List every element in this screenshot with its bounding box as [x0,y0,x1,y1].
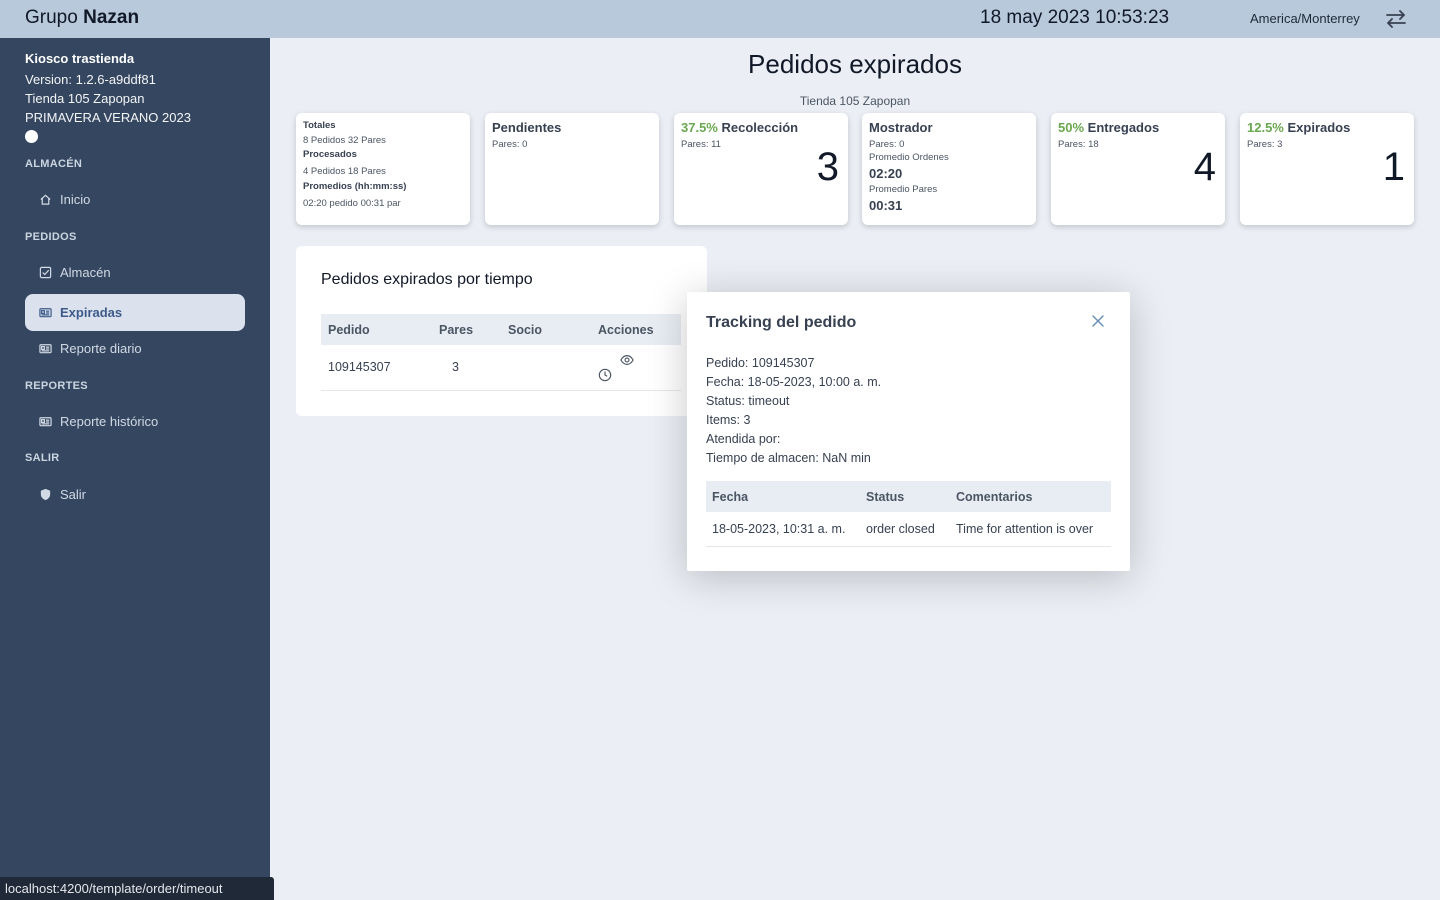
promedio-ordenes-label: Promedio Ordenes [869,152,949,163]
recoleccion-count: 3 [816,145,839,189]
sidebar-item-label: Reporte diario [60,341,142,356]
detail-tiempo: Tiempo de almacen: NaN min [706,451,871,465]
expirados-count: 1 [1382,145,1405,189]
card-pendientes: Pendientes Pares: 0 [485,113,659,225]
close-icon[interactable] [1091,314,1105,328]
detail-items: Items: 3 [706,413,751,427]
sidebar-item-label: Inicio [60,192,91,207]
expirados-percent: 12.5% [1247,120,1284,135]
card-expirados: 12.5% Expirados Pares: 3 1 [1240,113,1414,225]
card-mostrador: Mostrador Pares: 0 Promedio Ordenes 02:2… [862,113,1036,225]
table-row: 109145307 3 [321,345,681,391]
expired-orders-panel: Pedidos expirados por tiempo Pedido Pare… [296,246,707,416]
sidebar-item-reporte-historico[interactable]: Reporte histórico [25,403,245,440]
timezone-label: America/Monterrey [1250,11,1360,26]
shield-icon [39,488,52,501]
id-card-icon [39,342,52,355]
clock-icon[interactable] [598,368,612,382]
expired-orders-table: Pedido Pares Socio Acciones 109145307 3 [321,314,681,391]
column-header-comentarios: Comentarios [950,481,1111,512]
sidebar: Kiosco trastienda Version: 1.2.6-a9ddf81… [0,38,270,900]
expirados-title: Expirados [1287,120,1351,135]
section-salir: SALIR [25,452,60,464]
season-label: PRIMAVERA VERANO 2023 [25,110,191,125]
eye-icon[interactable] [620,353,635,367]
datetime-display: 18 may 2023 10:53:23 [980,7,1170,28]
swap-arrows-icon[interactable] [1384,8,1408,30]
id-card-icon [39,306,52,319]
detail-pedido: Pedido: 109145307 [706,356,815,370]
panel-title: Pedidos expirados por tiempo [321,271,533,288]
store-label: Tienda 105 Zapopan [25,91,145,106]
home-icon [39,193,52,206]
promedios-line: 02:20 pedido 00:31 par [303,198,401,209]
mostrador-pares: Pares: 0 [869,139,905,150]
top-bar: Grupo Nazan 18 may 2023 10:53:23 America… [0,0,1440,38]
sidebar-item-label: Expiradas [60,305,123,320]
cell-acciones [591,345,681,391]
status-indicator [25,130,38,143]
brand-logo: Grupo Nazan [25,7,140,28]
section-pedidos: PEDIDOS [25,231,77,243]
browser-status-url: localhost:4200/template/order/timeout [0,877,274,900]
cell-pares: 3 [432,345,501,391]
entregados-percent: 50% [1058,120,1085,135]
card-entregados: 50% Entregados Pares: 18 4 [1051,113,1225,225]
page-title: Pedidos expirados [748,49,962,79]
checkbox-icon [39,266,52,279]
entregados-title: Entregados [1087,120,1160,135]
table-header-row: Fecha Status Comentarios [706,481,1111,512]
column-header-acciones: Acciones [591,314,681,345]
pendientes-title: Pendientes [492,120,562,135]
tracking-modal: Tracking del pedido Pedido: 109145307 Fe… [687,292,1130,571]
sidebar-item-salir[interactable]: Salir [25,476,245,513]
procesados-line: 4 Pedidos 18 Pares [303,166,386,177]
totales-line: 8 Pedidos 32 Pares [303,135,386,146]
pendientes-pares: Pares: 0 [492,139,528,150]
column-header-pedido[interactable]: Pedido [321,314,432,345]
sidebar-item-almacen[interactable]: Almacén [25,254,245,291]
promedio-pares-value: 00:31 [869,198,903,213]
procesados-label: Procesados [303,149,357,160]
sidebar-item-label: Reporte histórico [60,414,159,429]
sidebar-item-inicio[interactable]: Inicio [25,181,245,218]
sidebar-item-label: Salir [60,487,87,502]
cell-status: order closed [860,512,950,547]
entregados-count: 4 [1193,145,1216,189]
mostrador-title: Mostrador [869,120,933,135]
detail-atendida: Atendida por: [706,432,781,446]
cell-fecha: 18-05-2023, 10:31 a. m. [706,512,860,547]
id-card-icon [39,415,52,428]
detail-status: Status: timeout [706,394,790,408]
card-recoleccion: 37.5% Recolección Pares: 11 3 [674,113,848,225]
totales-title: Totales [303,120,336,131]
cell-socio [501,345,591,391]
store-subtitle: Tienda 105 Zapopan [799,94,911,108]
detail-fecha: Fecha: 18-05-2023, 10:00 a. m. [706,375,882,389]
sidebar-item-expiradas[interactable]: Expiradas [25,294,245,331]
card-totales: Totales 8 Pedidos 32 Pares Procesados 4 … [296,113,470,225]
cell-comentarios: Time for attention is over [950,512,1111,547]
version-label: Version: 1.2.6-a9ddf81 [25,72,156,87]
column-header-pares[interactable]: Pares [432,314,501,345]
sidebar-item-reporte-diario[interactable]: Reporte diario [25,330,245,367]
tracking-table: Fecha Status Comentarios 18-05-2023, 10:… [706,481,1111,547]
modal-title: Tracking del pedido [706,314,857,331]
kiosk-title: Kiosco trastienda [25,51,135,66]
section-almacen: ALMACÉN [25,158,83,170]
cell-pedido: 109145307 [321,345,432,391]
recoleccion-title: Recolección [721,120,799,135]
section-reportes: REPORTES [25,380,88,392]
recoleccion-percent: 37.5% [681,120,718,135]
sidebar-item-label: Almacén [60,265,111,280]
promedio-ordenes-value: 02:20 [869,166,903,181]
column-header-fecha: Fecha [706,481,860,512]
promedios-label: Promedios (hh:mm:ss) [303,181,407,192]
promedio-pares-label: Promedio Pares [869,184,938,195]
column-header-socio[interactable]: Socio [501,314,591,345]
table-header-row: Pedido Pares Socio Acciones [321,314,681,345]
column-header-status: Status [860,481,950,512]
table-row: 18-05-2023, 10:31 a. m. order closed Tim… [706,512,1111,547]
